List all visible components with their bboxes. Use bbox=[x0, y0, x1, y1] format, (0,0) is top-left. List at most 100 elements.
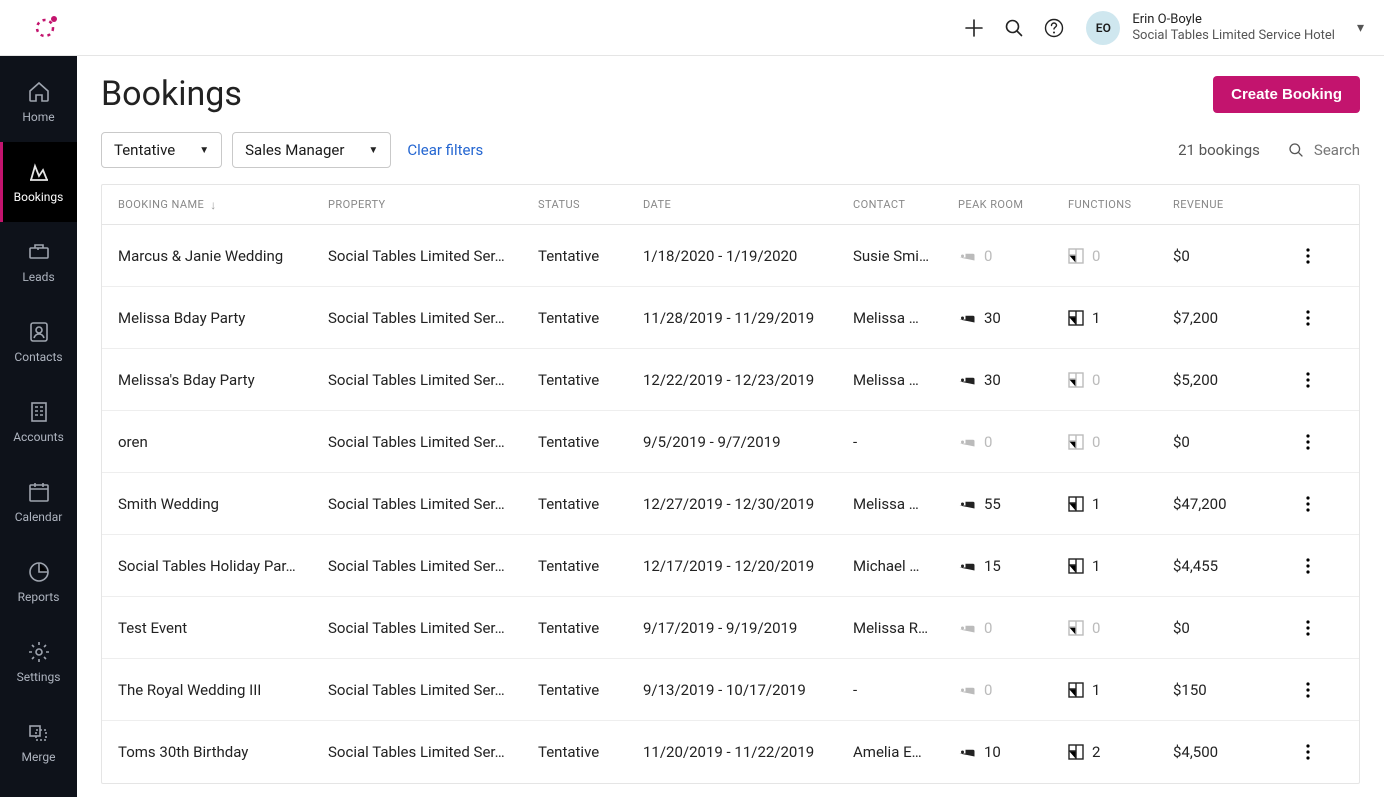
col-status[interactable]: STATUS bbox=[538, 198, 643, 211]
cell-date: 9/17/2019 - 9/19/2019 bbox=[643, 619, 853, 637]
chevron-down-icon: ▼ bbox=[199, 145, 209, 156]
cell-booking-name: Test Event bbox=[118, 619, 328, 637]
col-functions[interactable]: FUNCTIONS bbox=[1068, 198, 1173, 211]
sidebar-item-label: Home bbox=[22, 110, 54, 124]
user-org: Social Tables Limited Service Hotel bbox=[1132, 28, 1335, 44]
sidebar-item-leads[interactable]: Leads bbox=[0, 222, 77, 302]
sidebar-item-accounts[interactable]: Accounts bbox=[0, 382, 77, 462]
plus-icon bbox=[964, 18, 984, 38]
row-actions-button[interactable] bbox=[1288, 744, 1328, 760]
sidebar-item-reports[interactable]: Reports bbox=[0, 542, 77, 622]
results-count: 21 bookings bbox=[1178, 141, 1260, 159]
accounts-icon bbox=[27, 400, 51, 424]
table-row[interactable]: Smith WeddingSocial Tables Limited Ser…T… bbox=[102, 473, 1359, 535]
table-row[interactable]: Melissa Bday PartySocial Tables Limited … bbox=[102, 287, 1359, 349]
help-button[interactable] bbox=[1034, 8, 1074, 48]
cell-booking-name: Marcus & Janie Wedding bbox=[118, 247, 328, 265]
floorplan-icon bbox=[1068, 620, 1084, 636]
sidebar-item-merge[interactable]: Merge bbox=[0, 702, 77, 782]
filter-role-dropdown[interactable]: Sales Manager ▼ bbox=[232, 132, 391, 168]
clear-filters-link[interactable]: Clear filters bbox=[407, 141, 483, 159]
table-search[interactable]: Search bbox=[1288, 141, 1360, 159]
row-actions-button[interactable] bbox=[1288, 434, 1328, 450]
user-name: Erin O-Boyle bbox=[1132, 12, 1335, 28]
settings-icon bbox=[27, 640, 51, 664]
cell-contact: Melissa … bbox=[853, 495, 958, 513]
global-search-button[interactable] bbox=[994, 8, 1034, 48]
cell-date: 9/5/2019 - 9/7/2019 bbox=[643, 433, 853, 451]
table-row[interactable]: The Royal Wedding IIISocial Tables Limit… bbox=[102, 659, 1359, 721]
cell-contact: - bbox=[853, 681, 958, 699]
col-peak-room[interactable]: PEAK ROOM bbox=[958, 198, 1068, 211]
kebab-icon bbox=[1306, 744, 1310, 760]
bed-icon bbox=[958, 311, 976, 325]
cell-contact: - bbox=[853, 433, 958, 451]
bed-icon bbox=[958, 249, 976, 263]
create-icon-button[interactable] bbox=[954, 8, 994, 48]
sidebar-item-home[interactable]: Home bbox=[0, 62, 77, 142]
search-label: Search bbox=[1314, 141, 1360, 159]
home-icon bbox=[27, 80, 51, 104]
col-property[interactable]: PROPERTY bbox=[328, 198, 538, 211]
table-row[interactable]: Social Tables Holiday Par…Social Tables … bbox=[102, 535, 1359, 597]
row-actions-button[interactable] bbox=[1288, 372, 1328, 388]
row-actions-button[interactable] bbox=[1288, 558, 1328, 574]
cell-revenue: $4,500 bbox=[1173, 743, 1288, 761]
cell-contact: Melissa … bbox=[853, 371, 958, 389]
user-menu[interactable]: EO Erin O-Boyle Social Tables Limited Se… bbox=[1086, 11, 1364, 45]
cell-date: 12/22/2019 - 12/23/2019 bbox=[643, 371, 853, 389]
cell-revenue: $0 bbox=[1173, 433, 1288, 451]
cell-peak-room: 10 bbox=[958, 743, 1068, 761]
cell-peak-room: 30 bbox=[958, 371, 1068, 389]
sidebar-item-calendar[interactable]: Calendar bbox=[0, 462, 77, 542]
sidebar-item-contacts[interactable]: Contacts bbox=[0, 302, 77, 382]
row-actions-button[interactable] bbox=[1288, 620, 1328, 636]
cell-property: Social Tables Limited Ser… bbox=[328, 743, 538, 761]
cell-functions: 1 bbox=[1068, 495, 1173, 513]
floorplan-icon bbox=[1068, 372, 1084, 388]
cell-date: 12/17/2019 - 12/20/2019 bbox=[643, 557, 853, 575]
filter-status-dropdown[interactable]: Tentative ▼ bbox=[101, 132, 222, 168]
app-logo[interactable] bbox=[12, 13, 77, 43]
filter-role-value: Sales Manager bbox=[245, 141, 344, 159]
logo-icon bbox=[30, 13, 60, 43]
row-actions-button[interactable] bbox=[1288, 682, 1328, 698]
cell-booking-name: oren bbox=[118, 433, 328, 451]
cell-status: Tentative bbox=[538, 681, 643, 699]
row-actions-button[interactable] bbox=[1288, 248, 1328, 264]
cell-revenue: $47,200 bbox=[1173, 495, 1288, 513]
row-actions-button[interactable] bbox=[1288, 496, 1328, 512]
table-row[interactable]: Toms 30th BirthdaySocial Tables Limited … bbox=[102, 721, 1359, 783]
create-booking-button[interactable]: Create Booking bbox=[1213, 76, 1360, 113]
sidebar-item-settings[interactable]: Settings bbox=[0, 622, 77, 702]
sidebar-item-label: Merge bbox=[22, 750, 56, 764]
table-row[interactable]: orenSocial Tables Limited Ser…Tentative9… bbox=[102, 411, 1359, 473]
col-revenue[interactable]: REVENUE bbox=[1173, 198, 1288, 211]
table-row[interactable]: Test EventSocial Tables Limited Ser…Tent… bbox=[102, 597, 1359, 659]
filter-status-value: Tentative bbox=[114, 141, 175, 159]
bookings-table: BOOKING NAME ↓ PROPERTY STATUS DATE CONT… bbox=[101, 184, 1360, 784]
table-row[interactable]: Marcus & Janie WeddingSocial Tables Limi… bbox=[102, 225, 1359, 287]
col-date[interactable]: DATE bbox=[643, 198, 853, 211]
cell-peak-room: 30 bbox=[958, 309, 1068, 327]
kebab-icon bbox=[1306, 558, 1310, 574]
cell-peak-room: 55 bbox=[958, 495, 1068, 513]
bed-icon bbox=[958, 745, 976, 759]
bed-icon bbox=[958, 621, 976, 635]
cell-contact: Melissa R… bbox=[853, 619, 958, 637]
cell-status: Tentative bbox=[538, 433, 643, 451]
table-row[interactable]: Melissa's Bday PartySocial Tables Limite… bbox=[102, 349, 1359, 411]
cell-peak-room: 0 bbox=[958, 619, 1068, 637]
col-booking-name[interactable]: BOOKING NAME ↓ bbox=[118, 198, 328, 212]
contacts-icon bbox=[27, 320, 51, 344]
floorplan-icon bbox=[1068, 682, 1084, 698]
col-contact[interactable]: CONTACT bbox=[853, 198, 958, 211]
sidebar-item-bookings[interactable]: Bookings bbox=[0, 142, 77, 222]
sidebar-item-label: Leads bbox=[22, 270, 54, 284]
bed-icon bbox=[958, 373, 976, 387]
cell-property: Social Tables Limited Ser… bbox=[328, 557, 538, 575]
cell-property: Social Tables Limited Ser… bbox=[328, 433, 538, 451]
floorplan-icon bbox=[1068, 434, 1084, 450]
row-actions-button[interactable] bbox=[1288, 310, 1328, 326]
sidebar-item-label: Reports bbox=[18, 590, 60, 604]
